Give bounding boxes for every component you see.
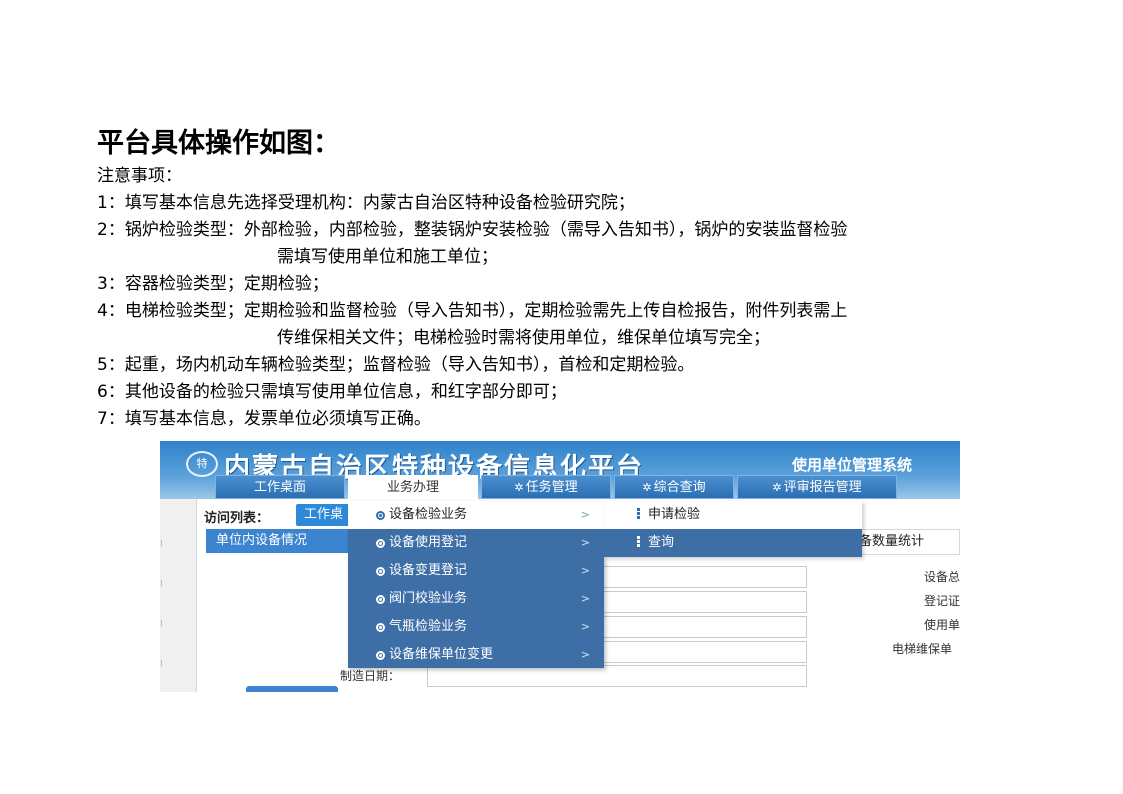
circle-dot-icon — [376, 511, 385, 520]
chevron-right-icon: > — [580, 592, 590, 605]
note-item-3: 3：容器检验类型；定期检验； — [97, 274, 329, 294]
menu-item-inspection[interactable]: 设备检验业务 > — [348, 501, 604, 529]
menu-item-valve[interactable]: 阀门校验业务 > — [348, 585, 604, 613]
stat-label: 电梯维保单 — [892, 642, 953, 656]
tab-tasks[interactable]: ✲ 任务管理 — [481, 475, 611, 499]
tab-review-report[interactable]: ✲ 评审报告管理 — [737, 475, 897, 499]
platform-subtitle: 使用单位管理系统 — [792, 456, 913, 474]
gear-icon: ✲ — [772, 481, 782, 494]
note-item-2-cont: 需填写使用单位和施工单位； — [277, 247, 498, 267]
tab-query[interactable]: ✲ 综合查询 — [614, 475, 734, 499]
collapse-icon[interactable]: ⁞ — [160, 579, 163, 589]
note-item-1: 1：填写基本信息先选择受理机构：内蒙古自治区特种设备检验研究院； — [97, 193, 635, 213]
note-item-4: 4：电梯检验类型；定期检验和监督检验（导入告知书），定期检验需先上传自检报告，附… — [97, 301, 848, 321]
note-item-6: 6：其他设备的检验只需填写使用单位信息，和红字部分即可； — [97, 382, 567, 402]
panel-header-devices: 单位内设备情况 — [206, 529, 351, 553]
stat-label: 使用单 — [924, 618, 960, 632]
tab-business[interactable]: 业务办理 — [348, 475, 478, 501]
menu-item-registration[interactable]: 设备使用登记 > — [348, 529, 604, 557]
bottom-button[interactable] — [246, 686, 338, 692]
chevron-right-icon: > — [580, 536, 590, 549]
chevron-right-icon: > — [580, 564, 590, 577]
circle-dot-icon — [376, 651, 385, 660]
tab-desktop[interactable]: 工作桌面 — [215, 475, 345, 499]
gear-icon: ✲ — [514, 481, 524, 494]
chevron-right-icon: > — [580, 620, 590, 633]
stat-label: 设备总 — [924, 570, 960, 584]
note-item-5: 5：起重，场内机动车辆检验类型；监督检验（导入告知书），首检和定期检验。 — [97, 355, 695, 375]
collapse-icon[interactable]: ⁞ — [160, 659, 163, 669]
vertical-dots-icon — [637, 536, 640, 547]
chevron-right-icon: > — [580, 508, 590, 521]
visit-list-tab[interactable]: 工作桌 — [296, 504, 356, 526]
circle-dot-icon — [376, 595, 385, 604]
menu-item-change[interactable]: 设备变更登记 > — [348, 557, 604, 585]
vertical-dots-icon — [637, 508, 640, 519]
notes-section: 注意事项： 1：填写基本信息先选择受理机构：内蒙古自治区特种设备检验研究院； 2… — [97, 163, 1057, 433]
menu-item-maintenance-change[interactable]: 设备维保单位变更 > — [348, 641, 604, 669]
panel-header-stats: 备数量统计 — [850, 529, 960, 555]
note-item-4-cont: 传维保相关文件；电梯检验时需将使用单位，维保单位填写完全； — [277, 328, 770, 348]
chevron-right-icon: > — [580, 648, 590, 661]
submenu-apply-inspection[interactable]: 申请检验 — [604, 501, 862, 529]
collapse-icon[interactable]: ⁞ — [160, 619, 163, 629]
platform-screenshot: 特 内蒙古自治区特种设备信息化平台 使用单位管理系统 工作桌面 业务办理 ✲ 任务… — [160, 441, 960, 692]
circle-dot-icon — [376, 539, 385, 548]
left-sidebar: ⁞ ⁞ ⁞ ⁞ — [160, 499, 197, 692]
platform-logo-icon: 特 — [186, 451, 218, 477]
visit-list-label: 访问列表： — [204, 511, 270, 526]
note-item-7: 7：填写基本信息，发票单位必须填写正确。 — [97, 409, 431, 429]
circle-dot-icon — [376, 623, 385, 632]
stat-label: 登记证 — [924, 594, 960, 608]
manufacture-date-label: 制造日期： — [340, 669, 401, 683]
notes-header: 注意事项： — [97, 166, 182, 186]
menu-item-cylinder[interactable]: 气瓶检验业务 > — [348, 613, 604, 641]
circle-dot-icon — [376, 567, 385, 576]
inspection-submenu: 申请检验 查询 — [604, 501, 862, 557]
note-item-2: 2：锅炉检验类型：外部检验，内部检验，整装锅炉安装检验（需导入告知书），锅炉的安… — [97, 220, 848, 240]
gear-icon: ✲ — [642, 481, 652, 494]
submenu-query[interactable]: 查询 — [604, 529, 862, 557]
business-dropdown-menu: 设备检验业务 > 设备使用登记 > 设备变更登记 > 阀门校验业务 > 气瓶检验业务 > … — [348, 501, 604, 668]
collapse-icon[interactable]: ⁞ — [160, 539, 163, 549]
document-title: 平台具体操作如图： — [97, 128, 340, 159]
